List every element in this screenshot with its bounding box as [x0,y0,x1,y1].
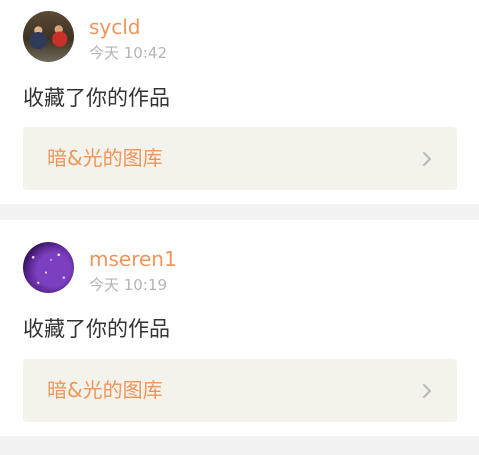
username-link[interactable]: sycld [89,15,141,39]
username-link[interactable]: mseren1 [89,247,177,271]
activity-text: 收藏了你的作品 [23,317,170,341]
album-title: 暗&光的图库 [47,378,163,402]
album-link[interactable]: 暗&光的图库 [23,359,457,422]
activity-text: 收藏了你的作品 [23,86,170,110]
notification-card: sycld 今天 10:42 收藏了你的作品 暗&光的图库 [0,0,479,204]
avatar[interactable] [23,242,74,293]
chevron-right-icon [423,384,431,398]
notification-card: mseren1 今天 10:19 收藏了你的作品 暗&光的图库 [0,220,479,436]
timestamp: 今天 10:19 [89,276,167,294]
album-link[interactable]: 暗&光的图库 [23,127,457,190]
album-title: 暗&光的图库 [47,146,163,170]
chevron-right-icon [423,152,431,166]
notification-feed: sycld 今天 10:42 收藏了你的作品 暗&光的图库 mseren1 今天… [0,0,479,455]
avatar[interactable] [23,11,74,62]
timestamp: 今天 10:42 [89,44,167,62]
